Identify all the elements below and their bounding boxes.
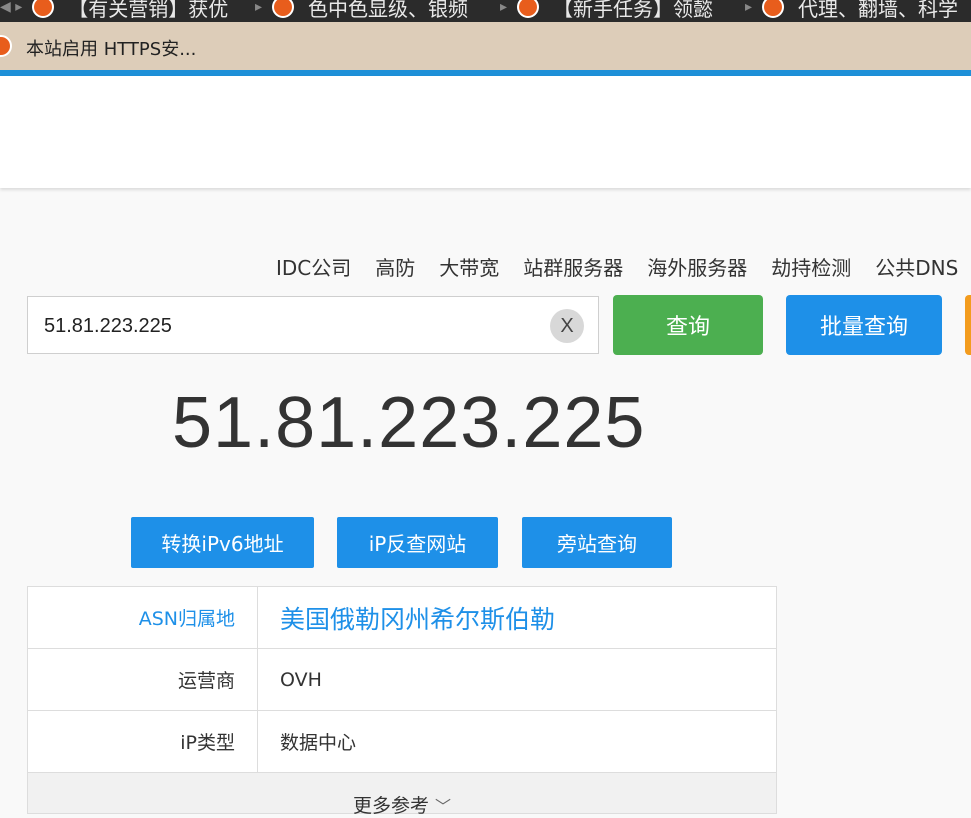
table-row: ASN归属地 美国俄勒冈州希尔斯伯勒 xyxy=(28,587,776,649)
nav-link-station-group[interactable]: 站群服务器 xyxy=(523,252,623,281)
tab-label: 色中色显级、银频 xyxy=(308,0,469,21)
row-value: 数据中心 xyxy=(280,732,357,754)
nav-link-bandwidth[interactable]: 大带宽 xyxy=(439,252,499,281)
row-key: 运营商 xyxy=(28,649,258,710)
tab-label: 【有关营销】获优 xyxy=(68,0,229,21)
ip-info-table: ASN归属地 美国俄勒冈州希尔斯伯勒 运营商 OVH iP类型 数据中心 更多参… xyxy=(27,586,777,817)
notice-text: 本站启用 HTTPS安... xyxy=(26,39,197,60)
side-site-query-button[interactable]: 旁站查询 xyxy=(522,517,672,568)
more-reference-toggle[interactable]: 更多参考 ﹀ xyxy=(28,773,776,817)
clear-icon[interactable]: X xyxy=(550,309,584,343)
site-favicon-icon xyxy=(272,0,295,18)
top-nav: IDC公司 高防 大带宽 站群服务器 海外服务器 劫持检测 公共DNS xyxy=(276,252,971,281)
more-reference-label: 更多参考 xyxy=(352,795,429,817)
site-favicon-icon xyxy=(517,0,540,18)
table-row: iP类型 数据中心 xyxy=(28,711,776,773)
tab-label: 【新手任务】领懿 xyxy=(553,0,714,21)
row-key: iP类型 xyxy=(28,711,258,772)
browser-tab[interactable]: ◀ ▸ 【有关营销】获优 xyxy=(0,0,228,22)
row-value: OVH xyxy=(280,668,322,691)
query-button[interactable]: 查询 xyxy=(613,295,763,355)
nav-link-idc[interactable]: IDC公司 xyxy=(276,252,351,281)
site-header xyxy=(0,76,971,188)
notice-icon xyxy=(0,35,12,57)
browser-tab[interactable]: ▸ 色中色显级、银频 xyxy=(255,0,468,22)
nav-link-overseas[interactable]: 海外服务器 xyxy=(647,252,747,281)
tab-label: 代理、翻墙、科学 xyxy=(798,0,959,21)
site-favicon-icon xyxy=(762,0,785,18)
row-value: 美国俄勒冈州希尔斯伯勒 xyxy=(280,604,556,634)
batch-query-button[interactable]: 批量查询 xyxy=(786,295,942,355)
nav-link-ddos[interactable]: 高防 xyxy=(375,252,415,281)
nav-link-hijack-check[interactable]: 劫持检测 xyxy=(771,252,851,281)
ip-search-input[interactable] xyxy=(42,309,546,343)
extra-button[interactable] xyxy=(965,295,971,355)
browser-tab[interactable]: ▸ 【新手任务】领懿 xyxy=(500,0,713,22)
table-row: 运营商 OVH xyxy=(28,649,776,711)
ipv6-convert-button[interactable]: 转换iPv6地址 xyxy=(131,517,314,568)
row-key: ASN归属地 xyxy=(28,587,258,648)
nav-link-public-dns[interactable]: 公共DNS xyxy=(875,252,958,281)
https-notice-bar[interactable]: 本站启用 HTTPS安... xyxy=(0,22,971,70)
result-ip-heading: 51.81.223.225 xyxy=(172,383,646,463)
site-favicon-icon xyxy=(32,0,55,18)
browser-tab[interactable]: ▸ 代理、翻墙、科学 xyxy=(745,0,958,22)
browser-tab-bar: ◀ ▸ 【有关营销】获优 ▸ 色中色显级、银频 ▸ 【新手任务】领懿 ▸ 代理、… xyxy=(0,0,971,22)
search-box: X xyxy=(27,296,599,354)
reverse-ip-button[interactable]: iP反查网站 xyxy=(337,517,498,568)
